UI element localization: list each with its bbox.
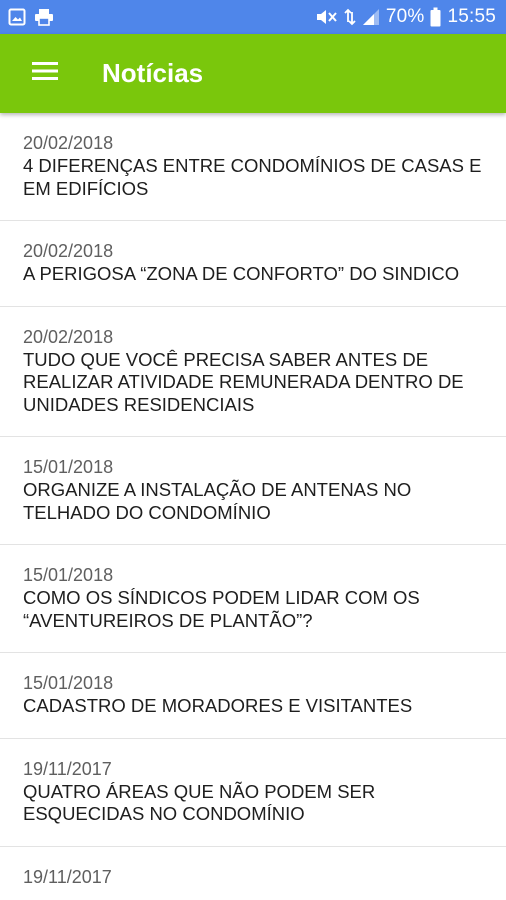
news-date: 19/11/2017 [23,866,112,887]
news-title: ORGANIZE A INSTALAÇÃO DE ANTENAS NO TELH… [23,479,412,523]
gallery-notification-icon [8,8,26,26]
news-title: COMO OS SÍNDICOS PODEM LIDAR COM OS “AVE… [23,587,420,631]
news-item[interactable]: 19/11/2017 QUATRO ÁREAS QUE NÃO PODEM SE… [0,739,506,847]
news-item[interactable]: 20/02/2018 4 DIFERENÇAS ENTRE CONDOMÍNIO… [0,113,506,221]
status-right-group: 70% 15:55 [314,6,496,28]
battery-percentage: 70% [385,6,425,27]
app-bar: Notícias [0,34,506,113]
status-left-group [8,8,54,26]
news-date: 15/01/2018 [23,457,114,477]
menu-button[interactable] [0,34,92,113]
battery-icon [430,7,441,27]
news-title: TUDO QUE VOCÊ PRECISA SABER ANTES DE REA… [23,348,464,415]
status-bar: 70% 15:55 [0,0,506,34]
news-list[interactable]: 20/02/2018 4 DIFERENÇAS ENTRE CONDOMÍNIO… [0,113,506,900]
news-item[interactable]: 19/11/2017 [0,847,506,900]
status-time: 15:55 [447,6,496,27]
news-item[interactable]: 20/02/2018 TUDO QUE VOCÊ PRECISA SABER A… [0,307,506,437]
news-title: CADASTRO DE MORADORES E VISITANTES [23,695,413,716]
news-item[interactable]: 15/01/2018 COMO OS SÍNDICOS PODEM LIDAR … [0,545,506,653]
news-date: 20/02/2018 [23,326,114,347]
news-item[interactable]: 15/01/2018 CADASTRO DE MORADORES E VISIT… [0,653,506,739]
news-date: 20/02/2018 [23,133,114,153]
news-title: QUATRO ÁREAS QUE NÃO PODEM SER ESQUECIDA… [23,780,376,825]
news-date: 15/01/2018 [23,565,114,585]
signal-icon [362,8,380,26]
page-title: Notícias [102,58,204,88]
news-item[interactable]: 20/02/2018 A PERIGOSA “ZONA DE CONFORTO”… [0,221,506,307]
printer-notification-icon [34,8,54,26]
news-title: A PERIGOSA “ZONA DE CONFORTO” DO SINDICO [23,263,460,284]
data-transfer-icon [344,8,356,26]
hamburger-menu-icon [32,61,58,86]
news-title: 4 DIFERENÇAS ENTRE CONDOMÍNIOS DE CASAS … [23,155,482,199]
news-item[interactable]: 15/01/2018 ORGANIZE A INSTALAÇÃO DE ANTE… [0,437,506,545]
mute-icon [314,8,338,26]
news-date: 20/02/2018 [23,241,114,261]
news-date: 19/11/2017 [23,758,112,779]
news-date: 15/01/2018 [23,673,114,693]
